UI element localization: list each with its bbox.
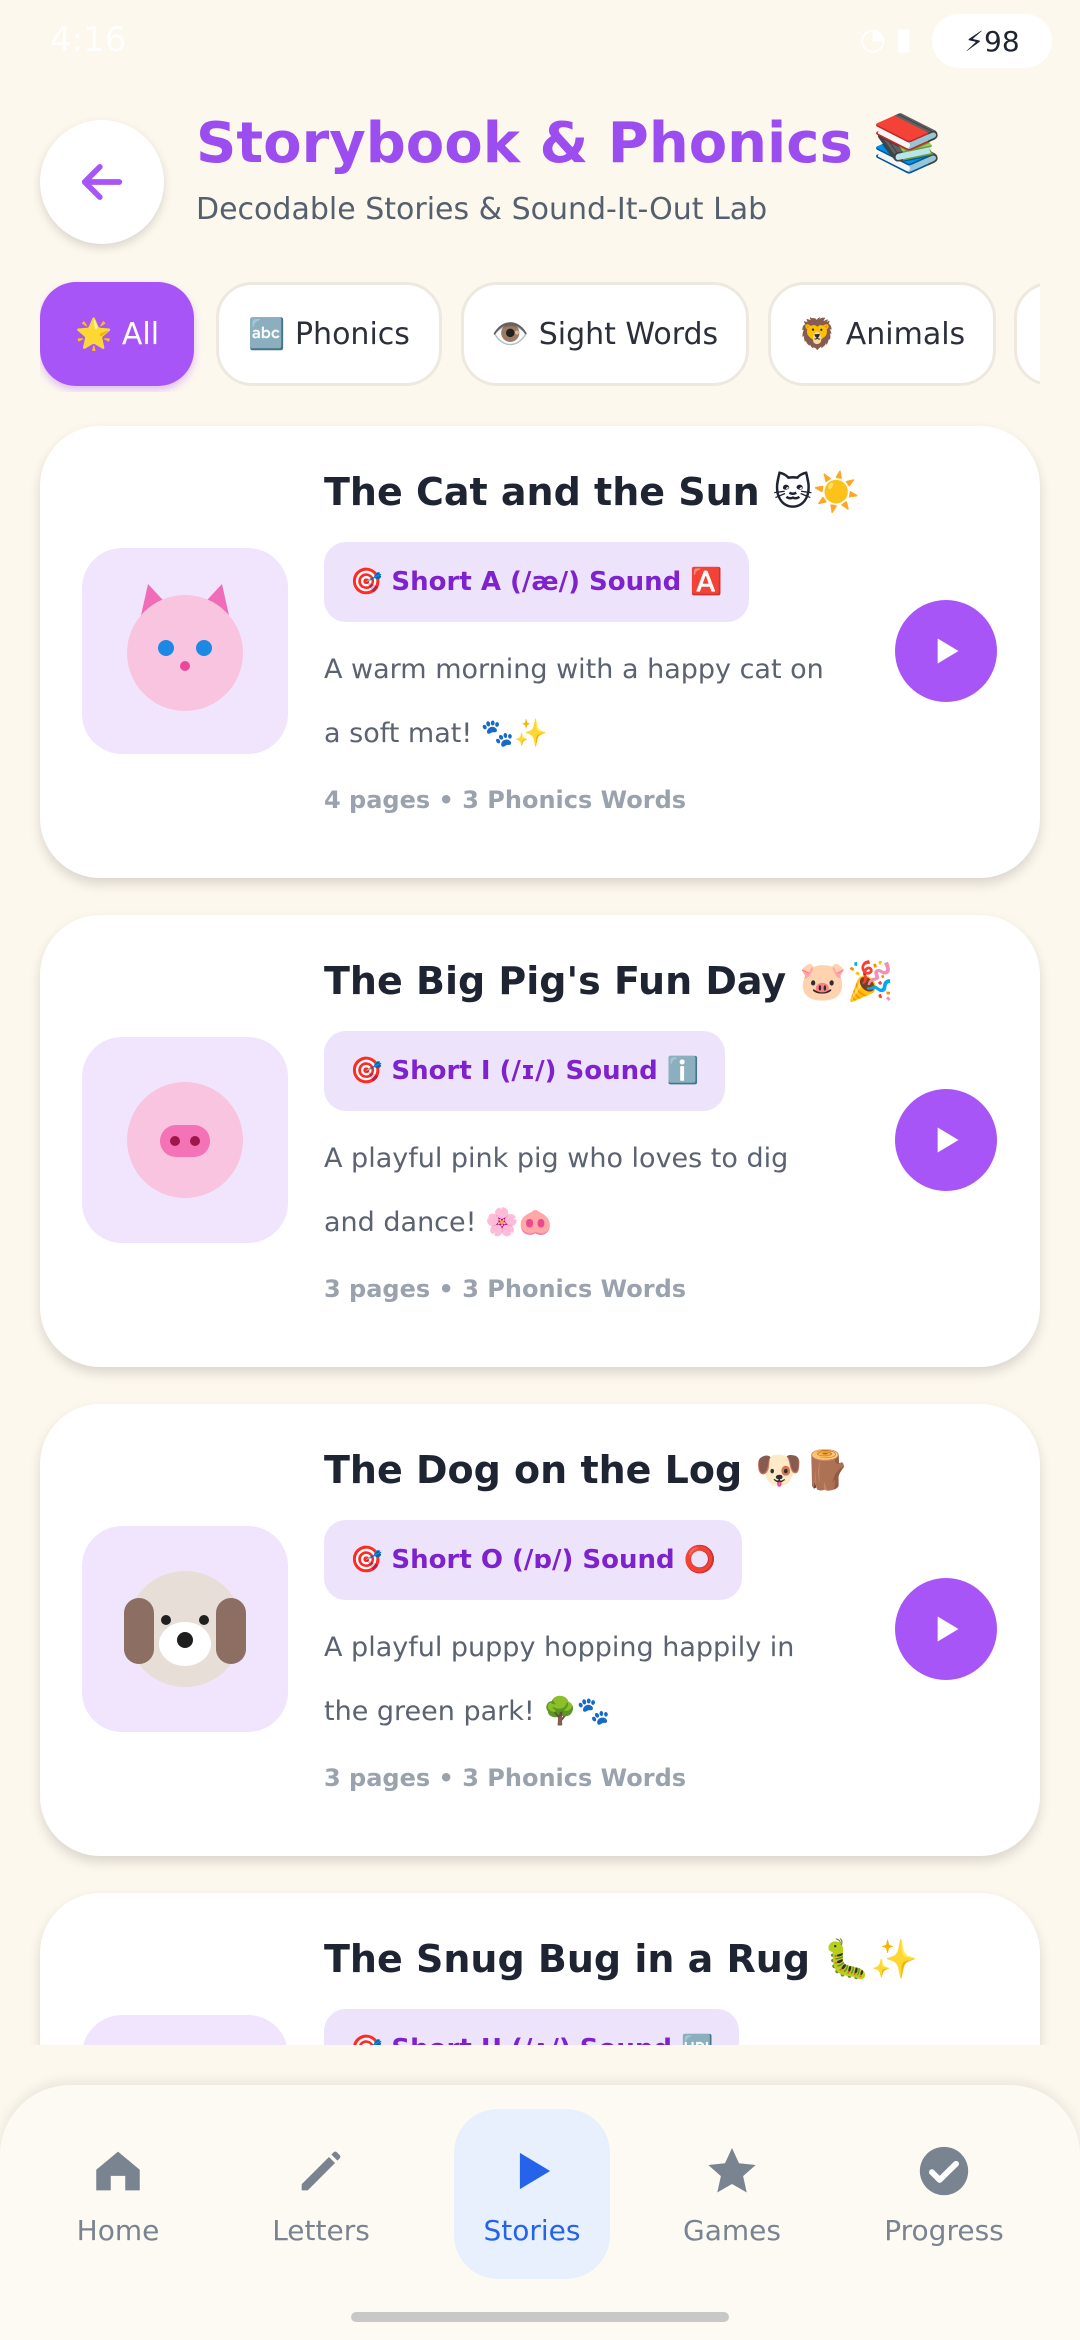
story-thumbnail [82, 1526, 288, 1732]
nav-games[interactable]: Games [654, 2109, 810, 2279]
signal-wifi-icon: ◔ ▮ [859, 22, 912, 57]
story-description: A playful puppy hopping happily in the g… [324, 1632, 795, 1727]
story-description: A playful pink pig who loves to dig and … [324, 1143, 789, 1238]
home-indicator[interactable] [351, 2312, 729, 2322]
play-icon [519, 2152, 551, 2189]
filter-chip-label: 👁️ Sight Words [491, 316, 719, 352]
filter-chips: 🌟 All 🔤 Phonics 👁️ Sight Words 🦁 Animals [40, 280, 1040, 392]
story-title: The Dog on the Log 🐶🪵 [324, 1448, 851, 1492]
story-card[interactable]: The Cat and the Sun 🐱☀️ 🎯 Short A (/æ/) … [40, 426, 1040, 878]
filter-chip-label: 🔤 Phonics [248, 316, 410, 352]
nav-label: Games [683, 2213, 781, 2247]
story-card[interactable]: The Dog on the Log 🐶🪵 🎯 Short O (/ɒ/) So… [40, 1404, 1040, 1856]
story-meta: 3 pages • 3 Phonics Words [324, 1275, 687, 1303]
play-story-button[interactable] [895, 1578, 997, 1680]
nav-letters[interactable]: Letters [243, 2109, 399, 2279]
story-list[interactable]: The Cat and the Sun 🐱☀️ 🎯 Short A (/æ/) … [0, 420, 1080, 2045]
pig-face-icon [127, 1082, 243, 1198]
filter-chip-sight-words[interactable]: 👁️ Sight Words [461, 282, 749, 386]
pencil-icon [301, 2151, 341, 2190]
cat-face-icon [127, 584, 243, 711]
battery-bolt-icon: ⚡ [964, 24, 985, 58]
play-story-button[interactable] [895, 1089, 997, 1191]
phonics-badge: 🎯 Short I (/ɪ/) Sound ℹ️ [324, 1031, 726, 1111]
story-description: A warm morning with a happy cat on a sof… [324, 654, 824, 749]
phonics-badge: 🎯 Short O (/ɒ/) Sound ⭕ [324, 1520, 743, 1600]
back-button[interactable] [40, 120, 164, 244]
phonics-badge: 🎯 Short A (/æ/) Sound 🅰️ [324, 542, 749, 622]
story-title: The Snug Bug in a Rug 🐛✨ [324, 1937, 918, 1981]
filter-chip-animals[interactable]: 🦁 Animals [768, 282, 996, 386]
play-icon [937, 1616, 959, 1642]
filter-chip-phonics[interactable]: 🔤 Phonics [216, 282, 442, 386]
filter-chip-label: 🦁 Animals [798, 316, 966, 352]
story-thumbnail [82, 2015, 288, 2045]
nav-progress[interactable]: Progress [866, 2109, 1022, 2279]
play-icon [937, 1127, 959, 1153]
story-card[interactable]: The Big Pig's Fun Day 🐷🎉 🎯 Short I (/ɪ/)… [40, 915, 1040, 1367]
story-meta: 3 pages • 3 Phonics Words [324, 1764, 687, 1792]
nav-stories[interactable]: Stories [454, 2109, 610, 2279]
phonics-badge: 🎯 Short U (/ʌ/) Sound 🆙 [324, 2009, 740, 2045]
battery-indicator: ⚡ 98 [932, 14, 1052, 68]
story-title: The Big Pig's Fun Day 🐷🎉 [324, 959, 894, 1003]
bug-icon [82, 2015, 288, 2045]
play-icon [937, 638, 959, 664]
star-icon [708, 2147, 756, 2193]
filter-chip-all[interactable]: 🌟 All [40, 282, 194, 386]
story-thumbnail [82, 1037, 288, 1243]
status-bar: 4:16 ◔ ▮ ⚡ 98 [0, 0, 1080, 80]
story-card[interactable]: The Snug Bug in a Rug 🐛✨ 🎯 Short U (/ʌ/)… [40, 1893, 1040, 2045]
status-time: 4:16 [50, 20, 127, 60]
battery-level: 98 [984, 24, 1020, 58]
nav-label: Stories [483, 2213, 581, 2247]
nav-home[interactable]: Home [40, 2109, 196, 2279]
page-title: Storybook & Phonics 📚 [196, 111, 942, 176]
page-subtitle: Decodable Stories & Sound-It-Out Lab [196, 192, 768, 227]
nav-label: Progress [884, 2213, 1004, 2247]
story-thumbnail [82, 548, 288, 754]
play-story-button[interactable] [895, 600, 997, 702]
dog-face-icon [124, 1571, 246, 1687]
filter-chip-more[interactable] [1014, 282, 1040, 386]
story-title: The Cat and the Sun 🐱☀️ [324, 470, 860, 514]
bottom-navigation: Home Letters Stories Games Progress [0, 2085, 1080, 2340]
nav-label: Letters [272, 2213, 370, 2247]
home-icon [96, 2151, 140, 2190]
filter-chip-label: 🌟 All [74, 316, 160, 352]
nav-label: Home [76, 2213, 160, 2247]
story-meta: 4 pages • 3 Phonics Words [324, 786, 687, 814]
arrow-left-icon [81, 164, 123, 200]
check-circle-icon [919, 2146, 969, 2195]
